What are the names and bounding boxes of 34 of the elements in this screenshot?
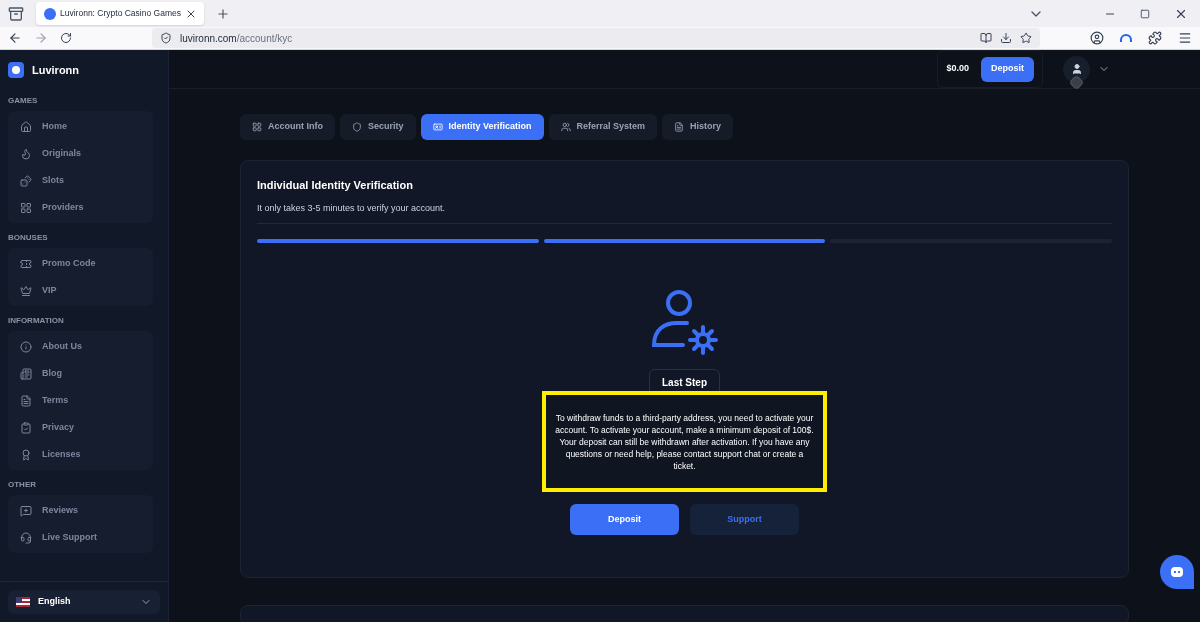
deposit-button[interactable]: Deposit — [570, 504, 679, 535]
language-selector[interactable]: English — [8, 590, 160, 614]
deposit-button[interactable]: Deposit — [981, 56, 1034, 82]
sidebar-item[interactable]: Originals — [20, 140, 141, 167]
tab[interactable]: Identity Verification — [420, 114, 544, 140]
sidebar-item[interactable]: Licenses — [20, 441, 141, 468]
tab[interactable]: Security — [340, 114, 416, 140]
address-bar[interactable]: luvironn.com/account/kyc — [152, 28, 1040, 48]
sidebar-item[interactable]: About Us — [20, 333, 141, 360]
tab[interactable]: Account Info — [240, 114, 335, 140]
sidebar-item[interactable]: Home — [20, 113, 141, 140]
sidebar-item[interactable]: Terms — [20, 387, 141, 414]
brand-name: Luvironn — [32, 62, 80, 78]
card-subtitle: It only takes 3-5 minutes to verify your account. — [257, 201, 447, 215]
browser-tab[interactable]: Luvironn: Crypto Casino Games — [36, 2, 204, 25]
section-heading: GAMES — [8, 94, 39, 107]
card-title: Individual Identity Verification — [257, 178, 414, 193]
balance-amount: $0.00 — [946, 62, 969, 76]
sidebar-item[interactable]: VIP — [20, 277, 141, 304]
section-heading: BONUSES — [8, 231, 49, 244]
sidebar-item[interactable]: Privacy — [20, 414, 141, 441]
sidebar-item[interactable]: Providers — [20, 194, 141, 221]
section-heading: INFORMATION — [8, 314, 65, 327]
sidebar-item[interactable]: Promo Code — [20, 250, 141, 277]
sidebar-item[interactable]: Slots — [20, 167, 141, 194]
support-button[interactable]: Support — [690, 504, 799, 535]
url-text: luvironn.com/account/kyc — [180, 31, 293, 46]
sidebar-item[interactable]: Blog — [20, 360, 141, 387]
sidebar-item[interactable]: Reviews — [20, 497, 141, 524]
tab[interactable]: Referral System — [548, 114, 658, 140]
section-heading: OTHER — [8, 478, 37, 491]
activation-message: To withdraw funds to a third-party address, you need to activate your account. To activate your account, make a minimum deposit of 100$. Your deposit can still be withdrawn after activation. If you have any questions or need help, please contact support chat or create a ticket. — [554, 411, 815, 472]
tab[interactable]: History — [662, 114, 734, 140]
sidebar-item[interactable]: Live Support — [20, 524, 141, 551]
